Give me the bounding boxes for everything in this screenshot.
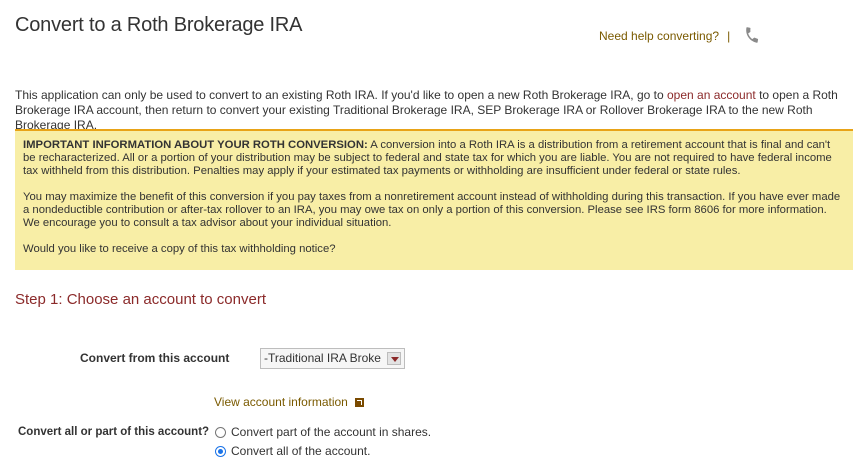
option-convert-all-label: Convert all of the account. bbox=[231, 444, 371, 458]
convert-part-label: Convert all or part of this account? bbox=[18, 426, 210, 438]
radio-convert-part[interactable] bbox=[215, 426, 226, 438]
need-help-link[interactable]: Need help converting? bbox=[599, 29, 719, 43]
help-link-container: Need help converting? | bbox=[599, 29, 730, 43]
option-convert-all[interactable]: Convert all of the account. bbox=[215, 444, 370, 458]
notice-paragraph-2: You may maximize the benefit of this con… bbox=[23, 191, 841, 229]
chevron-down-icon[interactable] bbox=[387, 352, 401, 365]
tax-notice-box: IMPORTANT INFORMATION ABOUT YOUR ROTH CO… bbox=[15, 129, 853, 270]
intro-text: This application can only be used to con… bbox=[15, 88, 838, 132]
page-title: Convert to a Roth Brokerage IRA bbox=[15, 14, 303, 36]
external-link-icon[interactable] bbox=[354, 398, 364, 407]
view-account-link[interactable]: View account information bbox=[214, 395, 348, 409]
account-select[interactable]: -Traditional IRA Broke bbox=[260, 348, 405, 369]
separator: | bbox=[727, 29, 731, 43]
convert-from-label: Convert from this account bbox=[80, 351, 230, 365]
notice-paragraph-1: IMPORTANT INFORMATION ABOUT YOUR ROTH CO… bbox=[23, 139, 832, 177]
option-convert-part-label: Convert part of the account in shares. bbox=[231, 425, 432, 439]
open-account-link[interactable]: open an account bbox=[667, 88, 756, 102]
notice-heading: IMPORTANT INFORMATION ABOUT YOUR ROTH CO… bbox=[23, 139, 368, 151]
notice-paragraph-3: Would you like to receive a copy of this… bbox=[23, 243, 336, 255]
radio-convert-all[interactable] bbox=[215, 445, 226, 457]
view-account-info: View account information bbox=[214, 395, 364, 409]
step-1-title: Step 1: Choose an account to convert bbox=[15, 291, 266, 308]
account-select-value: -Traditional IRA Broke bbox=[264, 351, 381, 365]
option-convert-part[interactable]: Convert part of the account in shares. bbox=[215, 425, 431, 439]
phone-icon[interactable] bbox=[743, 25, 761, 45]
